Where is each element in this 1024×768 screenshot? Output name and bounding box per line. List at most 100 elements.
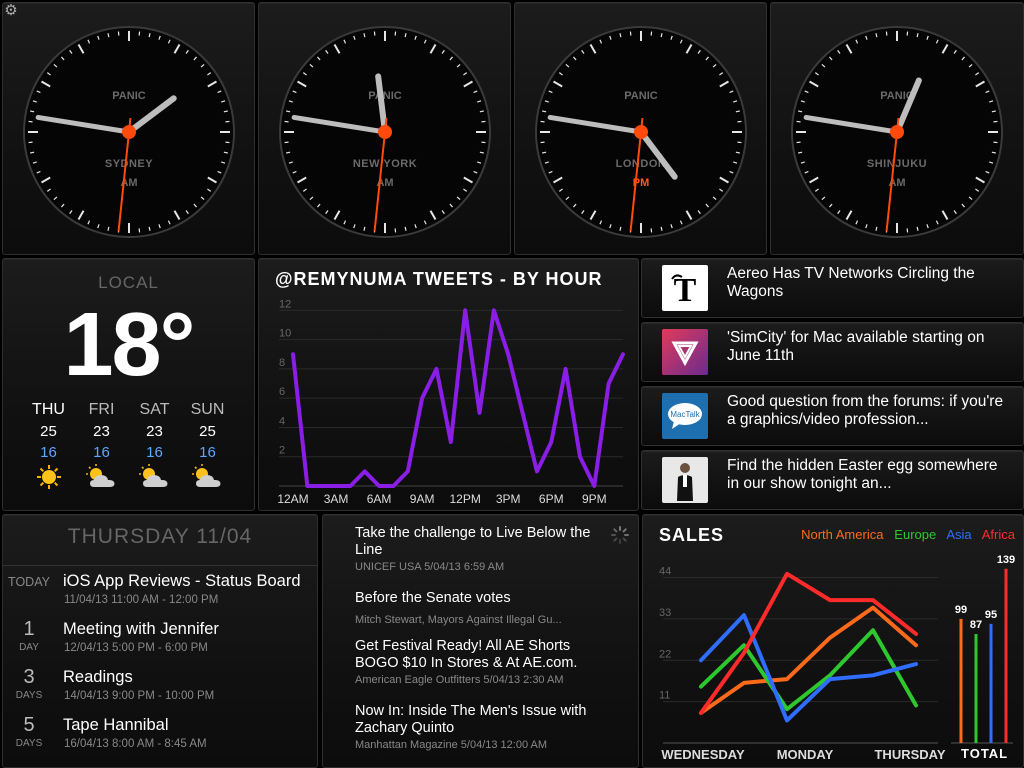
event-day-unit: DAYS xyxy=(15,690,43,701)
person-photo-icon xyxy=(662,457,708,503)
calendar-panel: THURSDAY 11/04 TODAY iOS App Reviews - S… xyxy=(2,514,318,768)
clock-tick xyxy=(363,33,366,38)
forecast-day: SUN 25 16 xyxy=(181,401,234,491)
headline-text: Aereo Has TV Networks Circling the Wagon… xyxy=(727,265,975,300)
x-category-label: MONDAY xyxy=(777,747,834,762)
clock-tick xyxy=(660,33,663,38)
current-temperature: 18° xyxy=(63,295,195,395)
clock-tick xyxy=(542,151,547,154)
clock-panel-shinjuku: PANIC SHINJUKU AM xyxy=(770,2,1024,255)
clock-tick xyxy=(798,151,803,154)
calendar-event[interactable]: TODAY iOS App Reviews - Status Board 11/… xyxy=(3,572,317,620)
event-time: 16/04/13 8:00 AM - 8:45 AM xyxy=(64,738,207,750)
forecast-day: FRI 23 16 xyxy=(75,401,128,491)
clock-tick xyxy=(542,110,547,113)
svg-text:T: T xyxy=(674,272,697,309)
verge-logo-icon xyxy=(662,329,708,375)
headline-item[interactable]: 'SimCity' for Mac available starting on … xyxy=(641,322,1024,382)
feed-item-meta: American Eagle Outfitters 5/04/13 2:30 A… xyxy=(355,674,564,686)
y-tick-label: 33 xyxy=(659,607,671,619)
clock-tick xyxy=(148,226,151,231)
calendar-event[interactable]: 3 DAYS Readings 14/04/13 9:00 PM - 10:00… xyxy=(3,666,317,716)
x-tick-label: 12PM xyxy=(449,492,480,506)
event-time: 14/04/13 9:00 PM - 10:00 PM xyxy=(64,690,215,702)
forecast-low: 16 xyxy=(199,444,216,461)
feed-item-title: Get Festival Ready! All AE Shorts BOGO $… xyxy=(355,638,578,671)
event-day-count: 3 xyxy=(23,666,35,688)
event-title: Readings xyxy=(63,668,133,686)
clock-tick xyxy=(916,226,919,231)
clock-tick xyxy=(660,226,663,231)
clock-face: PANICSYDNEYAM xyxy=(23,26,235,238)
clock-tick xyxy=(991,151,996,154)
clock-city-label: SYDNEY xyxy=(105,158,153,170)
clock-tick xyxy=(619,226,622,231)
tweets-chart-panel: @REMYNUMA TWEETS - BY HOUR 2 4 6 8 10 12 12AM 3… xyxy=(258,258,639,511)
feed-item[interactable]: Now In: Inside The Men's Issue with Zach… xyxy=(355,703,615,751)
clock-tick xyxy=(798,110,803,113)
event-day-count: 1 xyxy=(23,618,35,640)
y-tick-label: 44 xyxy=(659,566,671,578)
clock-center-pin xyxy=(378,125,392,139)
headline-item[interactable]: T Aereo Has TV Networks Circling the Wag… xyxy=(641,258,1024,318)
forecast-days: THU 25 16 FRI 23 16 SAT 23 16 SUN 25 16 xyxy=(22,401,234,491)
clock-panel-sydney: PANIC SYDNEY AM xyxy=(2,2,255,255)
clock-tick xyxy=(916,33,919,38)
clock-tick xyxy=(107,226,110,231)
svg-text:MacTalk: MacTalk xyxy=(670,410,700,419)
calendar-event[interactable]: 1 DAY Meeting with Jennifer 12/04/13 5:0… xyxy=(3,618,317,668)
forecast-day-name: THU xyxy=(32,401,65,418)
forecast-day-name: SUN xyxy=(190,401,225,418)
clock-tick xyxy=(286,110,291,113)
feed-item[interactable]: Before the Senate votes Mitch Stewart, M… xyxy=(355,590,615,626)
clock-company-label: PANIC xyxy=(112,90,145,102)
total-value-label: 139 xyxy=(997,554,1015,566)
weather-panel: LOCAL 18° THU 25 16 FRI 23 16 SAT 23 16 xyxy=(2,258,255,511)
event-day-unit: DAY xyxy=(19,642,39,653)
feed-item-meta: UNICEF USA 5/04/13 6:59 AM xyxy=(355,561,505,573)
clock-tick xyxy=(875,33,878,38)
clock-tick xyxy=(30,151,35,154)
total-value-label: 95 xyxy=(985,609,997,621)
forecast-high: 25 xyxy=(40,423,57,440)
event-title: iOS App Reviews - Status Board xyxy=(63,572,301,590)
sun-icon xyxy=(22,463,75,491)
nyt-logo-icon: T xyxy=(662,265,708,311)
clock-tick xyxy=(223,151,228,154)
x-category-label: THURSDAY xyxy=(874,747,945,762)
clock-tick xyxy=(30,110,35,113)
total-value-label: 87 xyxy=(970,619,982,631)
y-tick-label: 2 xyxy=(279,445,285,457)
y-tick-label: 22 xyxy=(659,648,671,660)
forecast-low: 16 xyxy=(146,444,163,461)
x-tick-label: 3AM xyxy=(324,492,349,506)
headline-item[interactable]: MacTalk Good question from the forums: i… xyxy=(641,386,1024,446)
clock-panel-london: PANIC LONDON PM xyxy=(514,2,767,255)
partly-cloudy-icon xyxy=(128,463,181,491)
clock-tick xyxy=(404,33,407,38)
feed-item-title: Now In: Inside The Men's Issue with Zach… xyxy=(355,703,587,736)
x-tick-label: 6AM xyxy=(367,492,392,506)
forecast-high: 23 xyxy=(146,423,163,440)
tweets-line-chart: 2 4 6 8 10 12 12AM 3AM 6AM 9AM 12PM 3PM 6PM 9PM xyxy=(277,298,625,506)
clock-city-label: NEW YORK xyxy=(353,158,417,170)
clock-tick xyxy=(223,110,228,113)
event-day-label: TODAY xyxy=(8,575,50,589)
calendar-date-title: THURSDAY 11/04 xyxy=(67,525,253,548)
clock-tick xyxy=(107,33,110,38)
clock-tick xyxy=(875,226,878,231)
feed-item-meta: Manhattan Magazine 5/04/13 12:00 AM xyxy=(355,739,548,751)
clock-tick xyxy=(363,226,366,231)
headline-text: Find the hidden Easter egg somewhere in … xyxy=(727,457,998,492)
forecast-high: 23 xyxy=(93,423,110,440)
clock-tick xyxy=(286,151,291,154)
clock-center-pin xyxy=(122,125,136,139)
clock-tick xyxy=(735,151,740,154)
headline-item[interactable]: Find the hidden Easter egg somewhere in … xyxy=(641,450,1024,510)
settings-gear-icon[interactable]: ⚙ xyxy=(2,2,20,20)
feed-item[interactable]: Take the challenge to Live Below the Lin… xyxy=(355,525,615,573)
clock-panel-new-york: PANIC NEW YORK AM xyxy=(258,2,511,255)
clock-face: PANICSHINJUKUAM xyxy=(791,26,1003,238)
feed-item[interactable]: Get Festival Ready! All AE Shorts BOGO $… xyxy=(355,638,615,686)
calendar-event[interactable]: 5 DAYS Tape Hannibal 16/04/13 8:00 AM - … xyxy=(3,714,317,764)
